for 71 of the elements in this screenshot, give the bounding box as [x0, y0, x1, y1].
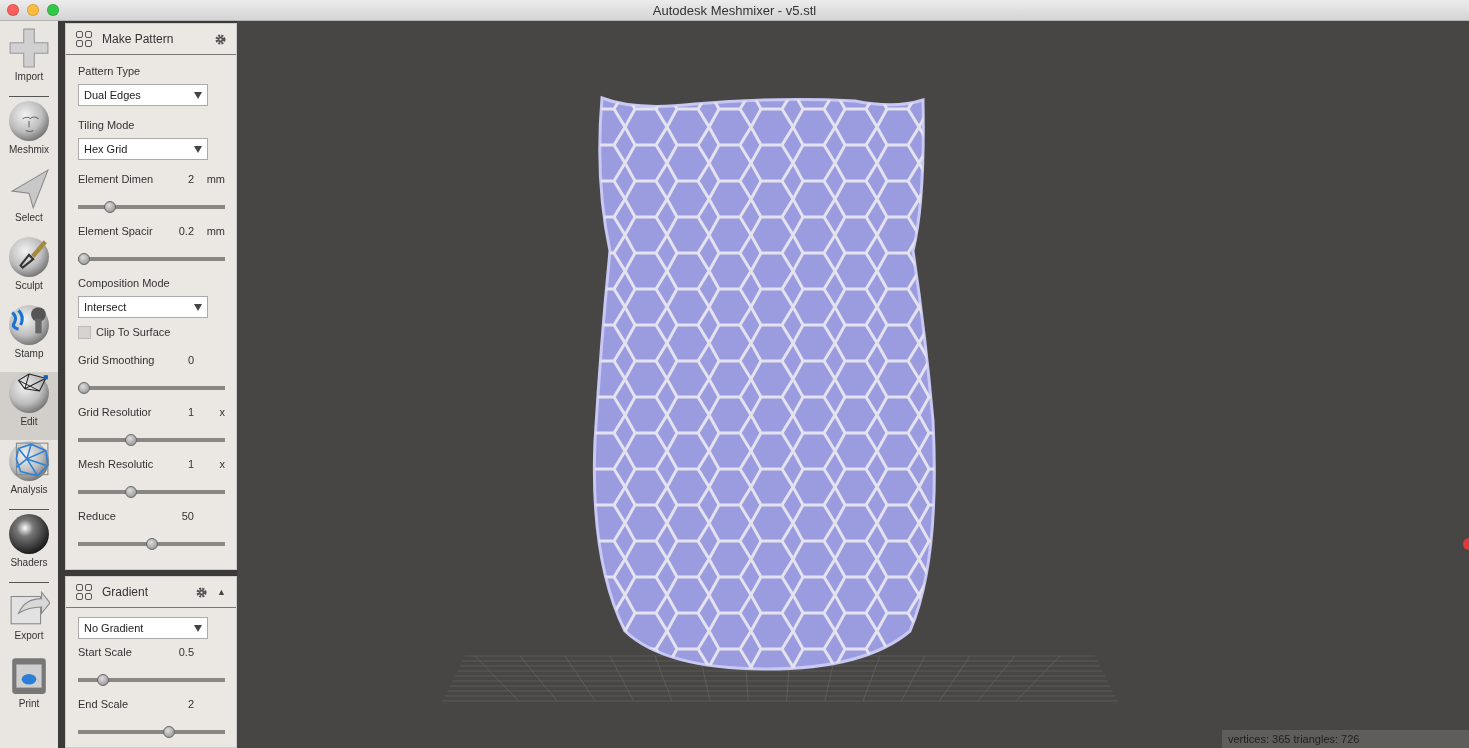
tool-button[interactable]: Stamp — [0, 304, 58, 372]
settings-icon[interactable] — [215, 33, 226, 45]
slider-thumb[interactable] — [103, 201, 116, 213]
slider-thumb[interactable] — [145, 538, 158, 550]
dropdown[interactable]: Intersect — [78, 296, 208, 318]
slider-thumb[interactable] — [163, 726, 176, 738]
stamp-icon — [8, 304, 50, 346]
slider-unit: x — [218, 406, 225, 418]
tool-button[interactable]: Meshmix — [0, 100, 58, 168]
chrome-sphere-icon — [8, 513, 50, 555]
checkbox-label: Clip To Surface — [96, 325, 171, 340]
slider-label: Element Spacir — [78, 225, 154, 237]
sphere-mesh-icon — [8, 372, 50, 414]
tool-button[interactable]: Analysis — [0, 440, 58, 508]
settings-icon[interactable] — [196, 586, 208, 598]
tool-button[interactable]: Sculpt — [0, 236, 58, 304]
slider-unit: mm — [205, 225, 225, 237]
panel-title: Make Pattern — [102, 32, 175, 46]
dropdown[interactable]: Hex Grid — [78, 138, 208, 160]
slider-thumb[interactable] — [125, 486, 138, 498]
slider-unit: x — [218, 458, 225, 470]
tool-button[interactable]: Select — [0, 168, 58, 236]
slider-value: 2 — [186, 698, 194, 710]
grid-icon — [76, 584, 92, 600]
slider-label: End Scale — [78, 698, 130, 710]
slider-value: 0.5 — [177, 646, 194, 658]
slider-label: Grid Resolutior — [78, 406, 153, 418]
slider-thumb[interactable] — [96, 674, 109, 686]
caret-icon — [194, 624, 202, 632]
grid-icon — [76, 31, 92, 47]
slider-label: Start Scale — [78, 646, 133, 658]
slider-unit: mm — [205, 173, 225, 185]
slider-value: 50 — [180, 510, 194, 522]
plus-icon — [8, 27, 50, 69]
caret-icon — [194, 91, 202, 99]
slider-label: Element Dimen — [78, 173, 155, 185]
field-label: Composition Mode — [78, 276, 171, 291]
slider-thumb[interactable] — [78, 382, 90, 394]
tool-button[interactable]: Edit — [0, 372, 58, 440]
slider-label: Reduce — [78, 510, 117, 522]
slider-value: 1 — [186, 406, 194, 418]
slider-label: Grid Smoothing — [78, 354, 156, 366]
slider-label: Mesh Resolutic — [78, 458, 155, 470]
field-label: Tiling Mode — [78, 118, 136, 133]
dropdown[interactable]: Dual Edges — [78, 84, 208, 106]
sphere-brush-icon — [8, 236, 50, 278]
field-label: Pattern Type — [78, 64, 142, 79]
arrow-pointer-icon — [8, 168, 50, 210]
caret-icon — [194, 145, 202, 153]
sphere-wireframe-icon — [8, 440, 50, 482]
tool-button[interactable]: Import — [0, 27, 58, 95]
minimize-button[interactable] — [27, 4, 39, 16]
maximize-button[interactable] — [47, 4, 59, 16]
checkbox[interactable] — [78, 325, 91, 339]
slider-value: 1 — [186, 458, 194, 470]
collapse-toggle[interactable]: ▲ — [217, 587, 226, 597]
mesh-stats: vertices: 365 triangles: 726 — [1222, 730, 1469, 748]
close-button[interactable] — [7, 4, 19, 16]
window-title: Autodesk Meshmixer - v5.stl — [652, 2, 817, 18]
slider-thumb[interactable] — [78, 253, 90, 265]
tool-button[interactable]: Export — [0, 586, 58, 654]
caret-icon — [194, 303, 202, 311]
slider-value: 0.2 — [177, 225, 194, 237]
sphere-face-icon — [8, 100, 50, 142]
slider-thumb[interactable] — [125, 434, 138, 446]
panel-title: Gradient — [102, 585, 150, 599]
slider-value: 0 — [186, 354, 194, 366]
dropdown[interactable]: No Gradient — [78, 617, 208, 639]
slider-value: 2 — [186, 173, 194, 185]
tool-button[interactable]: Shaders — [0, 513, 58, 581]
tool-button[interactable]: Print — [0, 654, 58, 722]
